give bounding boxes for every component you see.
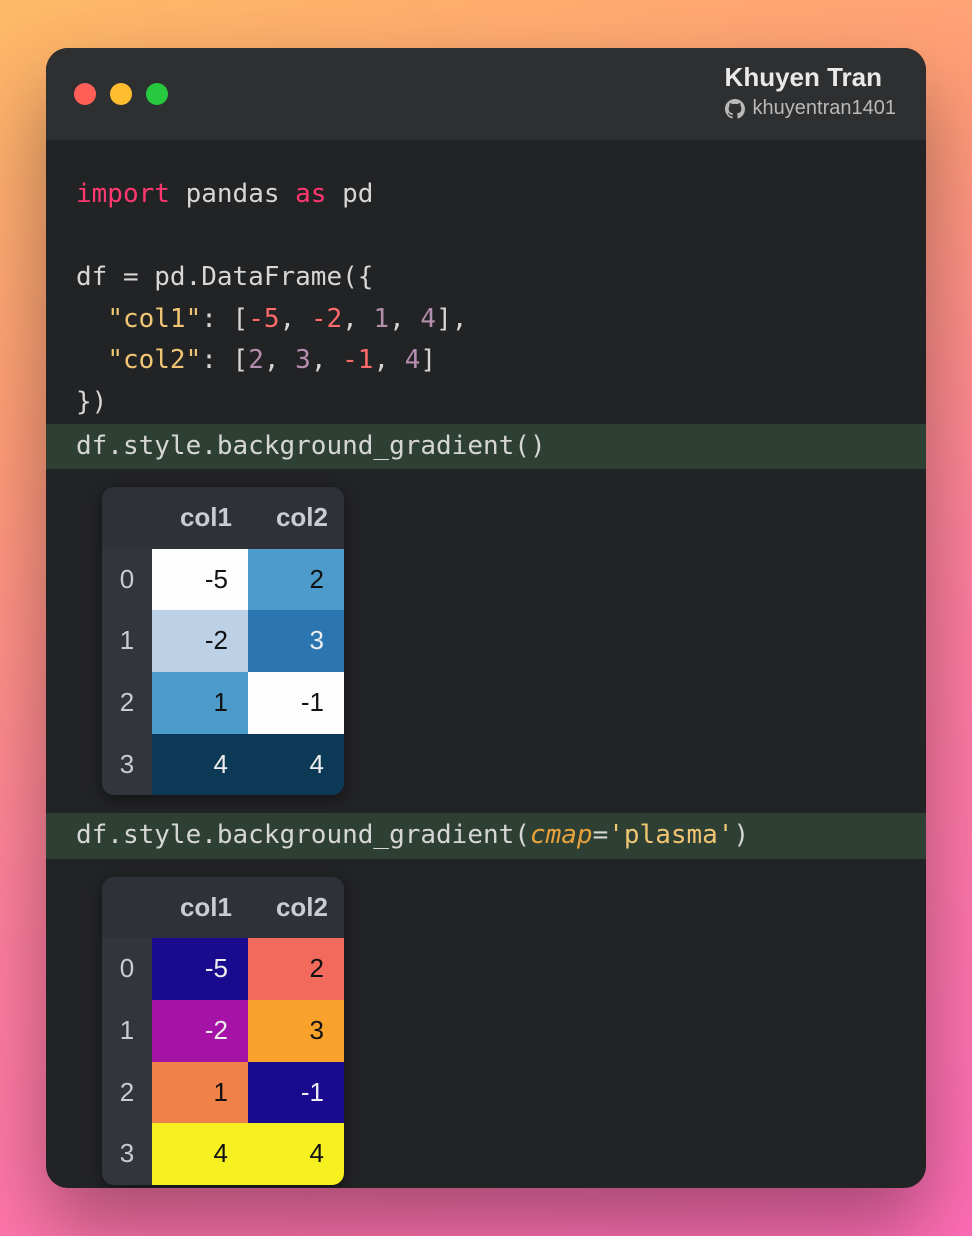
table-row: 21-1 [102,672,344,734]
code-blank-line [46,216,926,258]
row-index: 0 [102,938,152,1000]
author-handle-text: khuyentran1401 [753,97,896,120]
code-line-5: "col2": [2, 3, -1, 4] [46,340,926,382]
code-line-1: import pandas as pd [46,174,926,216]
github-icon [725,99,745,119]
row-index: 3 [102,1123,152,1185]
table-cell: -1 [248,1062,344,1124]
row-index: 1 [102,1000,152,1062]
code-window: Khuyen Tran khuyentran1401 import pandas… [46,48,926,1188]
column-header: col2 [248,487,344,549]
table-row: 344 [102,1123,344,1185]
table-cell: 2 [248,549,344,611]
output-table-1-wrap: col1col20-521-2321-1344 [46,469,926,813]
code-line-6: }) [46,382,926,424]
table-row: 1-23 [102,1000,344,1062]
table-cell: 2 [248,938,344,1000]
table-cell: 1 [152,1062,248,1124]
author-name: Khuyen Tran [725,62,896,93]
close-icon[interactable] [74,83,96,105]
author-handle: khuyentran1401 [725,97,896,120]
row-index: 3 [102,734,152,796]
output-table-2: col1col20-521-2321-1344 [102,877,344,1185]
code-line-4: "col1": [-5, -2, 1, 4], [46,299,926,341]
code-line-3: df = pd.DataFrame({ [46,257,926,299]
table-corner [102,877,152,939]
column-header: col1 [152,487,248,549]
output-table-2-wrap: col1col20-521-2321-1344 [46,859,926,1188]
code-line-7: df.style.background_gradient() [46,424,926,470]
table-cell: -5 [152,549,248,611]
table-cell: 1 [152,672,248,734]
column-header: col1 [152,877,248,939]
author-block: Khuyen Tran khuyentran1401 [725,62,896,120]
table-cell: 4 [248,1123,344,1185]
column-header: col2 [248,877,344,939]
output-table-1: col1col20-521-2321-1344 [102,487,344,795]
table-row: 21-1 [102,1062,344,1124]
table-cell: 3 [248,610,344,672]
table-cell: 4 [152,734,248,796]
code-line-8: df.style.background_gradient(cmap='plasm… [46,813,926,859]
table-cell: -2 [152,610,248,672]
table-corner [102,487,152,549]
table-row: 344 [102,734,344,796]
code-content: import pandas as pd df = pd.DataFrame({ … [46,140,926,1188]
table-cell: 3 [248,1000,344,1062]
table-cell: 4 [152,1123,248,1185]
row-index: 1 [102,610,152,672]
row-index: 2 [102,672,152,734]
row-index: 2 [102,1062,152,1124]
row-index: 0 [102,549,152,611]
window-controls [74,83,168,105]
table-row: 0-52 [102,938,344,1000]
table-row: 0-52 [102,549,344,611]
table-cell: 4 [248,734,344,796]
titlebar: Khuyen Tran khuyentran1401 [46,48,926,140]
minimize-icon[interactable] [110,83,132,105]
maximize-icon[interactable] [146,83,168,105]
table-cell: -5 [152,938,248,1000]
table-cell: -2 [152,1000,248,1062]
table-row: 1-23 [102,610,344,672]
table-cell: -1 [248,672,344,734]
